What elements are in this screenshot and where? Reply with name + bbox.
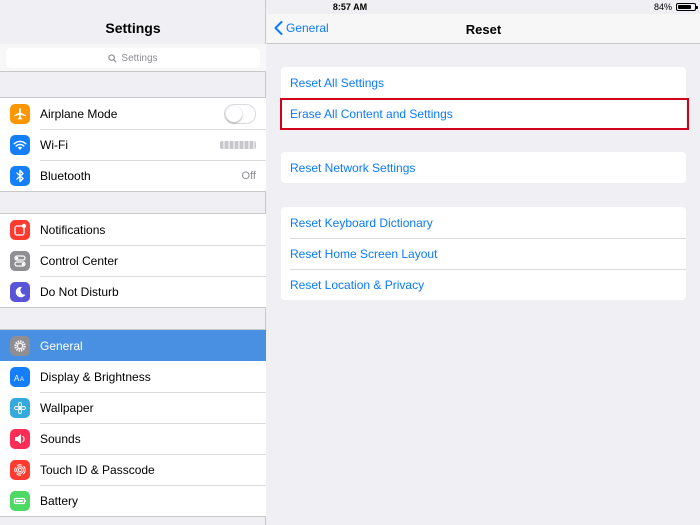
sidebar-item-label: Wallpaper bbox=[40, 400, 94, 415]
sidebar-item-do-not-disturb[interactable]: Do Not Disturb bbox=[0, 276, 266, 307]
speaker-icon bbox=[10, 428, 30, 449]
battery-icon bbox=[10, 490, 30, 511]
reset-options-group: Reset Keyboard Dictionary Reset Home Scre… bbox=[281, 207, 686, 300]
sidebar-item-general[interactable]: General bbox=[0, 330, 266, 361]
settings-sidebar: Settings Settings Airplane Mode Wi-Fi Blue… bbox=[0, 0, 266, 525]
search-bar: Settings bbox=[0, 44, 266, 72]
bluetooth-icon bbox=[10, 165, 30, 186]
reset-options-group: Reset All Settings Erase All Content and … bbox=[281, 67, 686, 129]
moon-icon bbox=[10, 281, 30, 302]
sidebar-item-label: Battery bbox=[40, 493, 79, 508]
sidebar-item-label: Display & Brightness bbox=[40, 369, 151, 384]
control-center-icon bbox=[10, 250, 30, 271]
reset-keyboard-dictionary-button[interactable]: Reset Keyboard Dictionary bbox=[281, 207, 686, 238]
sidebar-item-display-and-brightness[interactable]: A A Display & Brightness bbox=[0, 361, 266, 392]
reset-options-group: Reset Network Settings bbox=[281, 152, 686, 183]
sidebar-item-label: General bbox=[40, 338, 83, 353]
sidebar-item-label: Wi-Fi bbox=[40, 137, 68, 152]
settings-group: Notifications Control Center Do Not Distur… bbox=[0, 213, 266, 308]
fingerprint-icon bbox=[10, 459, 30, 480]
sidebar-title: Settings bbox=[105, 20, 161, 36]
navigation-bar: General Reset bbox=[267, 14, 700, 44]
search-input[interactable]: Settings bbox=[6, 48, 260, 68]
search-placeholder: Settings bbox=[121, 52, 158, 64]
wifi-network-name-obscured bbox=[220, 140, 256, 149]
page-title: Reset bbox=[465, 22, 502, 37]
reset-pane: General Reset Reset All Settings Erase Al… bbox=[267, 0, 700, 525]
sidebar-item-wallpaper[interactable]: Wallpaper bbox=[0, 392, 266, 423]
airplane-icon bbox=[10, 103, 30, 124]
gear-icon bbox=[10, 335, 30, 356]
sidebar-item-label: Airplane Mode bbox=[40, 106, 118, 121]
sidebar-item-wi-fi[interactable]: Wi-Fi bbox=[0, 129, 266, 160]
sidebar-item-value: Off bbox=[241, 169, 256, 182]
sidebar-item-notifications[interactable]: Notifications bbox=[0, 214, 266, 245]
sidebar-item-sounds[interactable]: Sounds bbox=[0, 423, 266, 454]
erase-all-content-and-settings-button[interactable]: Erase All Content and Settings bbox=[281, 98, 686, 129]
reset-home-screen-layout-button[interactable]: Reset Home Screen Layout bbox=[281, 238, 686, 269]
sidebar-item-battery[interactable]: Battery bbox=[0, 485, 266, 516]
sidebar-item-label: Do Not Disturb bbox=[40, 284, 119, 299]
sidebar-item-bluetooth[interactable]: Bluetooth Off bbox=[0, 160, 266, 191]
sidebar-item-control-center[interactable]: Control Center bbox=[0, 245, 266, 276]
settings-group: Airplane Mode Wi-Fi Bluetooth Off bbox=[0, 97, 266, 192]
settings-group: General A A Display & Brightness Wallpaper So… bbox=[0, 329, 266, 517]
reset-network-settings-button[interactable]: Reset Network Settings bbox=[281, 152, 686, 183]
sidebar-item-label: Notifications bbox=[40, 222, 106, 237]
sidebar-item-label: Sounds bbox=[40, 431, 81, 446]
wifi-icon bbox=[10, 134, 30, 155]
svg-text:A: A bbox=[20, 377, 24, 383]
sidebar-item-label: Control Center bbox=[40, 253, 119, 268]
wallpaper-icon bbox=[10, 397, 30, 418]
airplane-mode-toggle[interactable] bbox=[224, 103, 256, 124]
reset-all-settings-button[interactable]: Reset All Settings bbox=[281, 67, 686, 98]
sidebar-item-label: Touch ID & Passcode bbox=[40, 462, 155, 477]
notifications-icon bbox=[10, 219, 30, 240]
display-brightness-icon: AA bbox=[10, 366, 30, 387]
sidebar-item-touch-id-and-passcode[interactable]: Touch ID & Passcode bbox=[0, 454, 266, 485]
sidebar-item-airplane-mode[interactable]: Airplane Mode bbox=[0, 98, 266, 129]
search-icon bbox=[108, 53, 117, 63]
reset-location-and-privacy-button[interactable]: Reset Location & Privacy bbox=[281, 269, 686, 300]
sidebar-item-label: Bluetooth bbox=[40, 168, 91, 183]
